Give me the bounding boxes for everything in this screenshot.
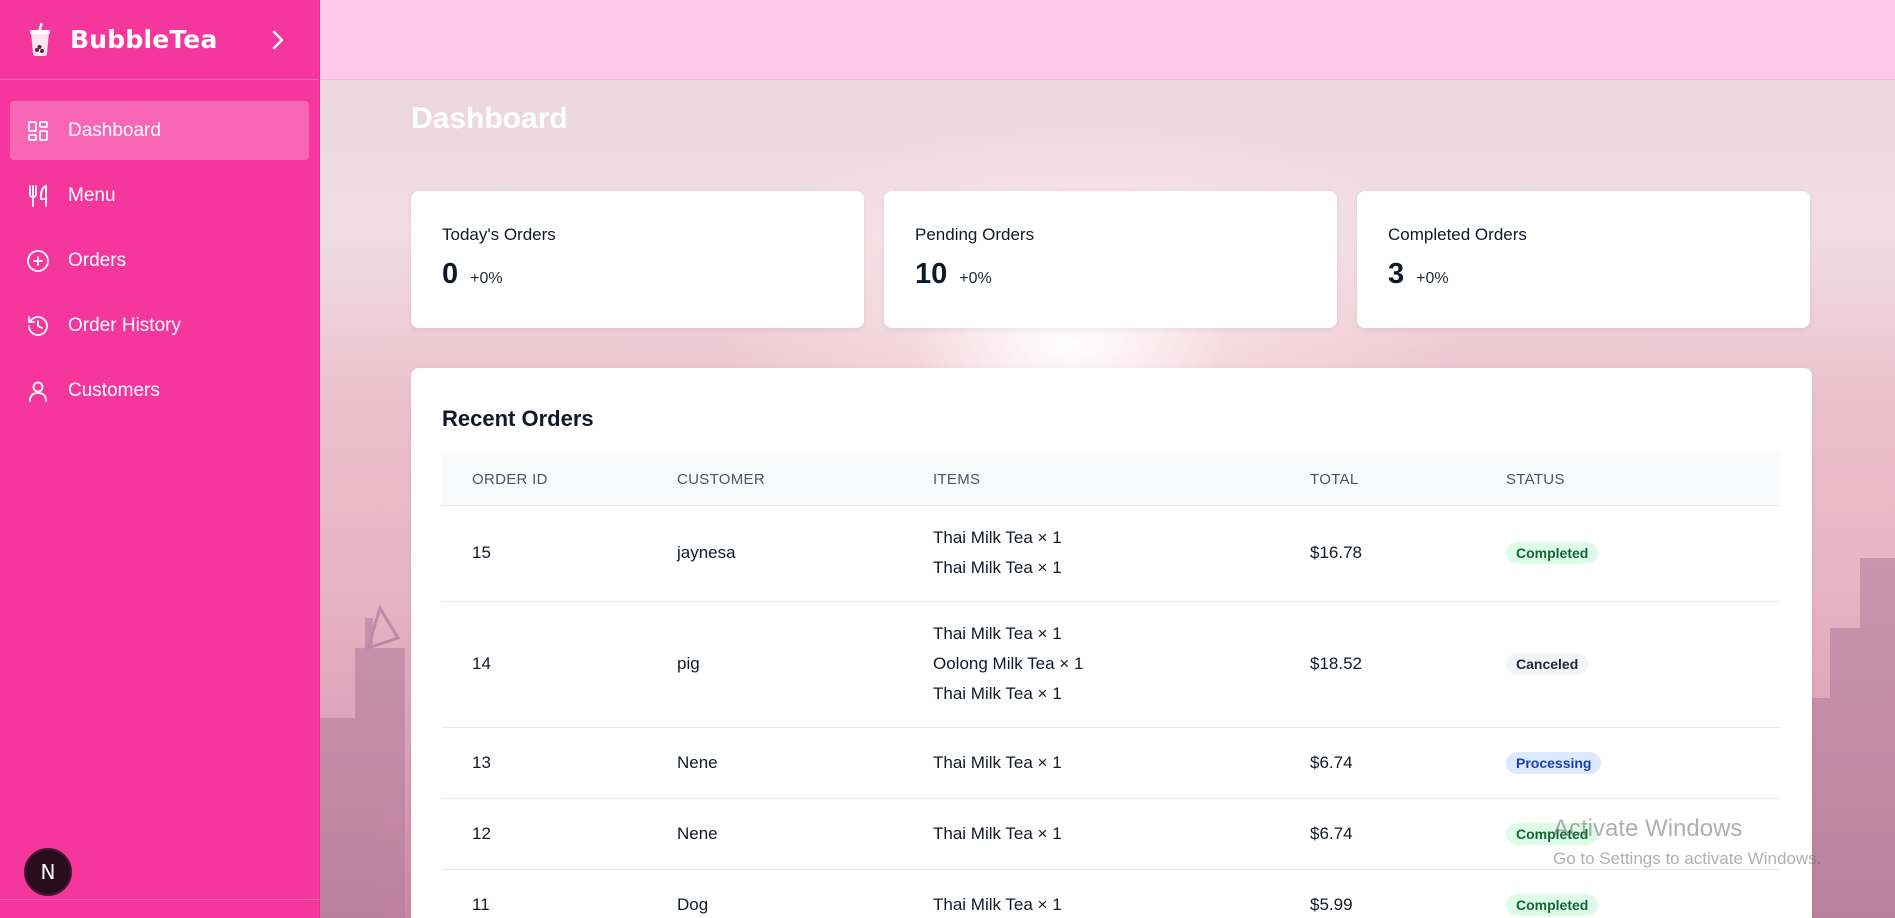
status-badge: Completed	[1506, 893, 1599, 916]
column-header-status: STATUS	[1506, 454, 1780, 506]
sidebar: BubbleTea Dashboard Menu Orders Order Hi…	[0, 0, 320, 918]
avatar[interactable]: N	[24, 848, 72, 896]
plus-circle-icon	[26, 249, 50, 273]
column-header-total: TOTAL	[1310, 454, 1506, 506]
recent-orders-card: Recent Orders ORDER ID CUSTOMER ITEMS TO…	[411, 368, 1812, 918]
order-customer: pig	[677, 601, 933, 728]
table-row[interactable]: 11 Dog Thai Milk Tea × 1 $5.99 Completed	[442, 869, 1780, 918]
order-total: $16.78	[1310, 505, 1506, 602]
order-items: Thai Milk Tea × 1	[933, 798, 1310, 870]
recent-orders-title: Recent Orders	[442, 406, 594, 431]
stat-label: Pending Orders	[915, 225, 1035, 244]
bubble-tea-cup-icon	[26, 22, 54, 58]
page-title: Dashboard	[411, 102, 568, 135]
stat-change: +0%	[470, 270, 503, 287]
sidebar-item-customers[interactable]: Customers	[10, 361, 309, 420]
brand-header: BubbleTea	[0, 0, 319, 80]
sidebar-divider	[0, 899, 320, 900]
order-items: Thai Milk Tea × 1 Thai Milk Tea × 1	[933, 505, 1310, 602]
table-row[interactable]: 12 Nene Thai Milk Tea × 1 $6.74 Complete…	[442, 798, 1780, 870]
sidebar-item-menu[interactable]: Menu	[10, 166, 309, 225]
order-total: $6.74	[1310, 798, 1506, 870]
column-header-order-id: ORDER ID	[442, 454, 677, 506]
status-badge: Canceled	[1506, 653, 1589, 675]
order-item: Oolong Milk Tea × 1	[933, 654, 1084, 673]
order-item: Thai Milk Tea × 1	[933, 684, 1062, 703]
table-header-row: ORDER ID CUSTOMER ITEMS TOTAL STATUS	[442, 454, 1780, 506]
sidebar-item-label: Dashboard	[68, 119, 161, 141]
order-total: $18.52	[1310, 601, 1506, 728]
sidebar-item-label: Customers	[68, 379, 160, 401]
order-customer: Nene	[677, 727, 933, 799]
order-id: 12	[442, 798, 677, 870]
column-header-items: ITEMS	[933, 454, 1310, 506]
sidebar-nav: Dashboard Menu Orders Order History Cust…	[0, 80, 319, 420]
user-icon	[26, 379, 50, 403]
stat-label: Today's Orders	[442, 225, 556, 244]
sidebar-item-dashboard[interactable]: Dashboard	[10, 101, 309, 160]
recent-orders-table: ORDER ID CUSTOMER ITEMS TOTAL STATUS 15 …	[442, 454, 1780, 918]
order-total: $6.74	[1310, 727, 1506, 799]
stat-card-todays-orders: Today's Orders 0 +0%	[411, 191, 864, 328]
dashboard-icon	[26, 119, 50, 143]
order-item: Thai Milk Tea × 1	[933, 894, 1062, 914]
order-customer: Nene	[677, 798, 933, 870]
top-bar	[320, 0, 1895, 80]
stat-change: +0%	[1416, 270, 1449, 287]
sidebar-item-label: Menu	[68, 184, 116, 206]
order-item: Thai Milk Tea × 1	[933, 752, 1062, 772]
status-badge: Completed	[1506, 542, 1599, 564]
sidebar-item-label: Orders	[68, 249, 127, 271]
order-items: Thai Milk Tea × 1	[933, 869, 1310, 918]
status-badge: Processing	[1506, 751, 1602, 774]
sidebar-item-order-history[interactable]: Order History	[10, 296, 309, 355]
order-id: 14	[442, 601, 677, 728]
stat-value: 0	[442, 258, 459, 290]
chevron-right-icon[interactable]	[263, 25, 293, 55]
brand-title: BubbleTea	[70, 25, 218, 54]
stat-card-completed-orders: Completed Orders 3 +0%	[1357, 191, 1810, 328]
sidebar-item-label: Order History	[68, 314, 181, 336]
order-items: Thai Milk Tea × 1	[933, 727, 1310, 799]
order-items: Thai Milk Tea × 1 Oolong Milk Tea × 1 Th…	[933, 601, 1310, 728]
stat-value: 10	[915, 258, 948, 290]
table-row[interactable]: 14 pig Thai Milk Tea × 1 Oolong Milk Tea…	[442, 601, 1780, 728]
stat-label: Completed Orders	[1388, 225, 1527, 244]
order-customer: Dog	[677, 869, 933, 918]
main-content: Dashboard Today's Orders 0 +0% Pending O…	[320, 0, 1895, 918]
order-item: Thai Milk Tea × 1	[933, 823, 1062, 843]
order-id: 15	[442, 505, 677, 602]
utensils-icon	[26, 184, 50, 208]
column-header-customer: CUSTOMER	[677, 454, 933, 506]
history-icon	[26, 314, 50, 338]
table-row[interactable]: 15 jaynesa Thai Milk Tea × 1 Thai Milk T…	[442, 505, 1780, 602]
status-badge: Completed	[1506, 822, 1599, 845]
order-customer: jaynesa	[677, 505, 933, 602]
stat-card-pending-orders: Pending Orders 10 +0%	[884, 191, 1337, 328]
order-item: Thai Milk Tea × 1	[933, 624, 1062, 643]
stat-value: 3	[1388, 258, 1405, 290]
order-id: 13	[442, 727, 677, 799]
table-row[interactable]: 13 Nene Thai Milk Tea × 1 $6.74 Processi…	[442, 727, 1780, 799]
order-item: Thai Milk Tea × 1	[933, 558, 1062, 577]
sidebar-item-orders[interactable]: Orders	[10, 231, 309, 290]
order-item: Thai Milk Tea × 1	[933, 528, 1062, 547]
stat-change: +0%	[959, 270, 992, 287]
order-id: 11	[442, 869, 677, 918]
order-total: $5.99	[1310, 869, 1506, 918]
